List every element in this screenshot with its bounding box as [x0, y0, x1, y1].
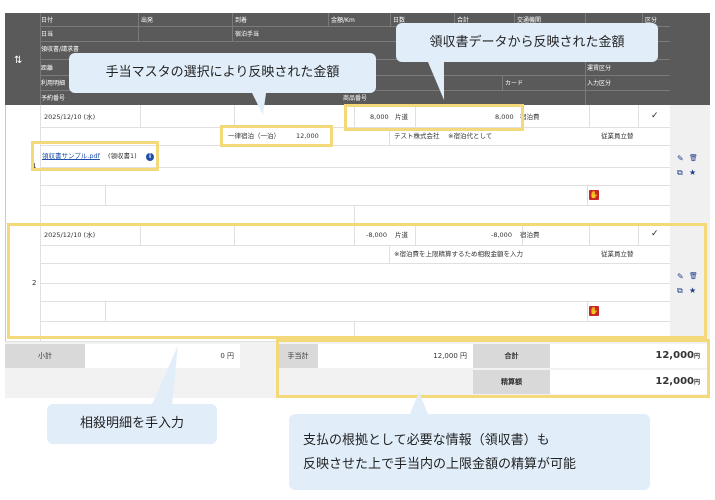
subtotal-label: 小計 — [5, 344, 85, 368]
header-fare-kubun: 運賃区分 — [587, 65, 612, 72]
callout-basis: 支払の根拠として必要な情報（領収書）も 反映させた上で手当内の上限金額の精算が可… — [289, 414, 650, 490]
row-1-action-cell — [670, 105, 710, 223]
callout-basis-line2: 反映させた上で手当内の上限金額の精算が可能 — [303, 457, 577, 472]
header-usage: 利用明細 — [41, 80, 66, 87]
highlight-receipt-link — [31, 141, 159, 171]
header-distance: 距離 — [41, 65, 54, 72]
header-product-no: 商品番号 — [343, 95, 368, 102]
header-arrival: 到着 — [235, 17, 248, 24]
trash-icon[interactable]: 🗑 — [689, 154, 698, 163]
pencil-icon[interactable]: ✎ — [677, 154, 684, 163]
callout-tail — [410, 392, 428, 414]
copy-icon[interactable]: ⧉ — [677, 168, 683, 177]
row-1-date: 2025/12/10 (水) — [44, 113, 96, 121]
row-1-payer: 従業員立替 — [601, 132, 634, 140]
row-1-vendor: テスト株式会社 — [394, 132, 440, 140]
stop-hand-icon[interactable]: ✋ — [589, 190, 599, 200]
header-action-col — [670, 13, 710, 105]
header-input-kubun: 入力区分 — [587, 80, 612, 87]
header-departure: 出発 — [141, 17, 154, 24]
header-date: 日付 — [41, 17, 54, 24]
sort-arrows-icon[interactable]: ⇅ — [14, 55, 22, 66]
header-amount-km: 金額/Km — [331, 17, 355, 24]
callout-offset-manual: 相殺明細を手入力 — [47, 404, 217, 444]
callout-receipt-data: 領収書データから反映された金額 — [396, 23, 658, 62]
callout-basis-line1: 支払の根拠として必要な情報（領収書）も — [303, 433, 550, 448]
star-icon[interactable]: ★ — [689, 168, 696, 177]
header-card: カード — [505, 80, 524, 87]
highlight-summary — [276, 339, 710, 398]
row-1-memo: ※宿泊代として — [448, 132, 493, 140]
header-daily: 日当 — [41, 31, 54, 38]
header-lodging-allowance: 宿泊手当 — [235, 31, 260, 38]
header-reservation: 予約番号 — [41, 95, 66, 102]
highlight-offset-row — [7, 223, 707, 339]
header-sort-col — [5, 13, 41, 105]
check-icon: ✓ — [651, 111, 659, 121]
callout-allowance-master: 手当マスタの選択により反映された金額 — [69, 53, 376, 93]
highlight-receipt-amount — [344, 104, 524, 131]
highlight-allowance-amount — [220, 125, 333, 147]
